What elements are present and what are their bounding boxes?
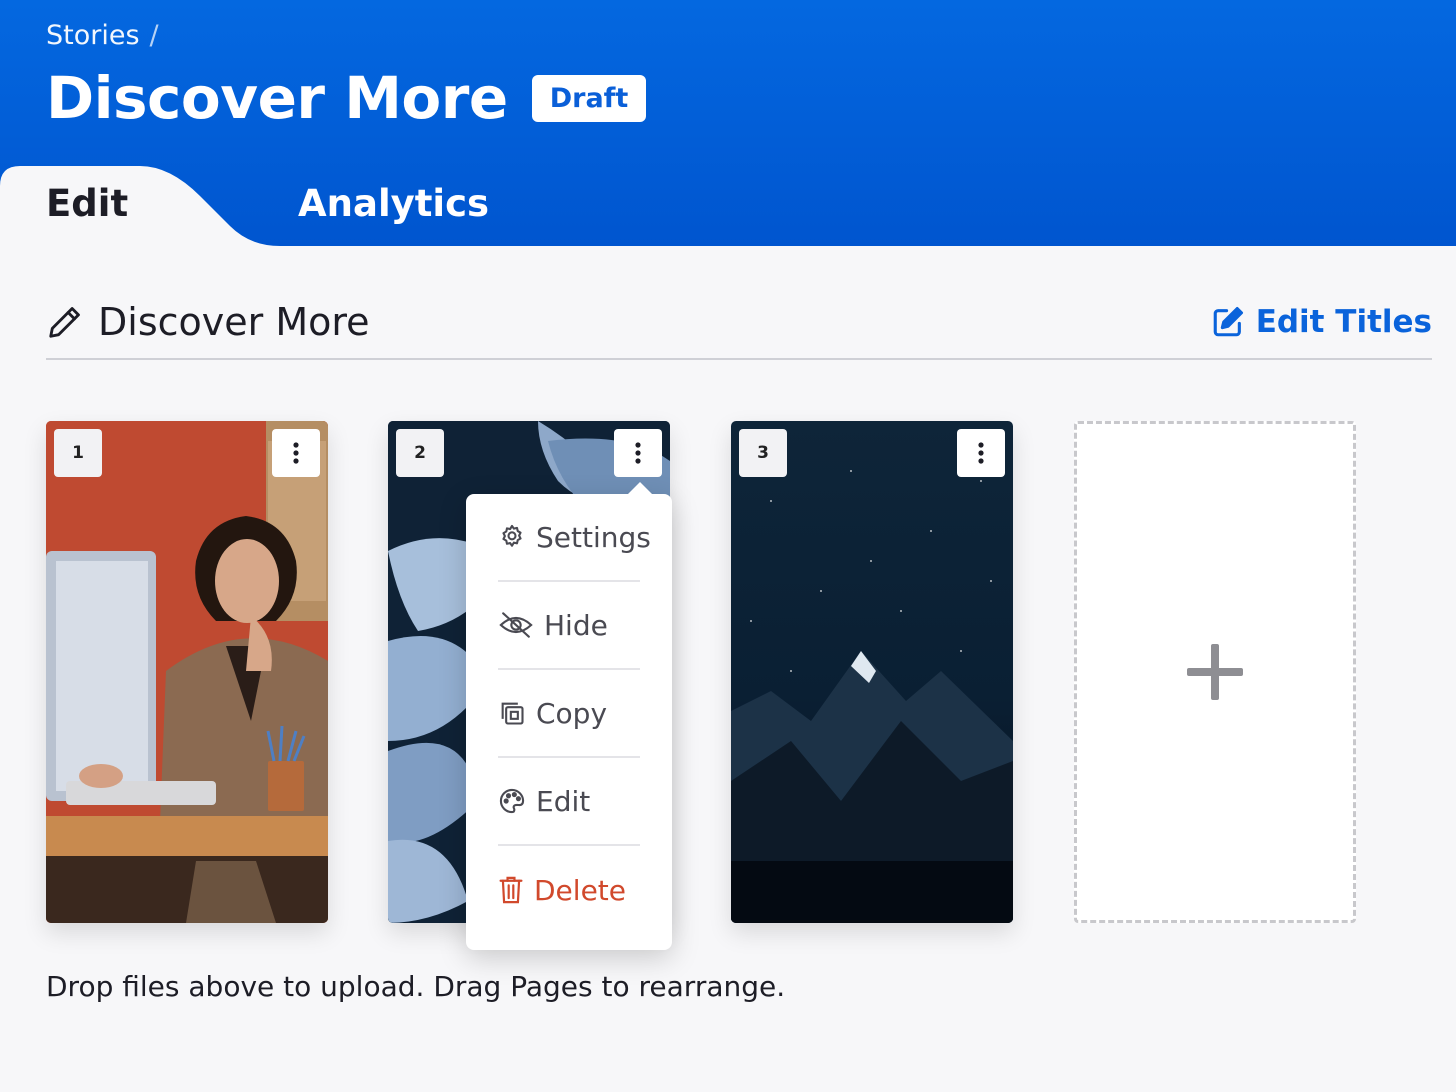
page-menu-button[interactable] (614, 429, 662, 477)
menu-item-hide[interactable]: Hide (498, 582, 640, 670)
palette-icon (499, 788, 525, 814)
tab-analytics[interactable]: Analytics (298, 182, 489, 225)
page-context-menu: Settings Hide Copy Edit Delete (466, 482, 672, 950)
night-mountain-photo (731, 470, 1013, 923)
story-header: Stories / Discover More Draft Edit Analy… (0, 0, 1456, 246)
menu-item-edit[interactable]: Edit (498, 758, 640, 846)
menu-item-label: Copy (536, 696, 608, 730)
breadcrumb: Stories / (46, 20, 159, 51)
kebab-menu-icon (293, 442, 299, 464)
section-header: Discover More Edit Titles (46, 290, 1432, 360)
edit-titles-label: Edit Titles (1255, 304, 1432, 340)
plus-icon (1187, 644, 1243, 700)
page-title: Discover More (46, 64, 508, 132)
man-at-desk-photo (46, 421, 328, 923)
edit-square-icon (1213, 306, 1243, 337)
breadcrumb-separator: / (149, 20, 159, 51)
pencil-icon (49, 307, 80, 338)
kebab-menu-icon (635, 442, 641, 464)
page-card-3[interactable]: 3 (731, 421, 1013, 923)
gear-icon (502, 524, 522, 547)
status-badge: Draft (531, 74, 647, 122)
title-row: Discover More Draft (46, 64, 647, 132)
active-tab-background (0, 166, 280, 246)
menu-item-settings[interactable]: Settings (498, 494, 651, 582)
menu-caret (626, 482, 654, 496)
tab-edit[interactable]: Edit (46, 182, 128, 225)
page-card-1[interactable]: 1 (46, 421, 328, 923)
menu-item-label: Delete (534, 873, 626, 907)
breadcrumb-stories-link[interactable]: Stories (46, 20, 140, 51)
copy-icon (501, 702, 524, 725)
section-title: Discover More (98, 300, 370, 344)
kebab-menu-icon (978, 442, 984, 464)
page-number-badge: 1 (54, 429, 102, 477)
page-number-badge: 3 (739, 429, 787, 477)
eye-slash-icon (499, 612, 533, 638)
menu-item-label: Edit (536, 784, 591, 818)
upload-hint: Drop files above to upload. Drag Pages t… (46, 970, 786, 1003)
menu-item-copy[interactable]: Copy (498, 670, 640, 758)
menu-item-delete[interactable]: Delete (498, 846, 640, 934)
edit-titles-button[interactable]: Edit Titles (1210, 304, 1432, 340)
story-title-editor[interactable]: Discover More (46, 300, 370, 344)
add-page-button[interactable] (1074, 421, 1356, 923)
page-menu-button[interactable] (272, 429, 320, 477)
menu-item-label: Hide (544, 608, 608, 642)
page-menu-button[interactable] (957, 429, 1005, 477)
trash-icon (499, 876, 523, 904)
menu-item-label: Settings (536, 520, 651, 554)
page-number-badge: 2 (396, 429, 444, 477)
